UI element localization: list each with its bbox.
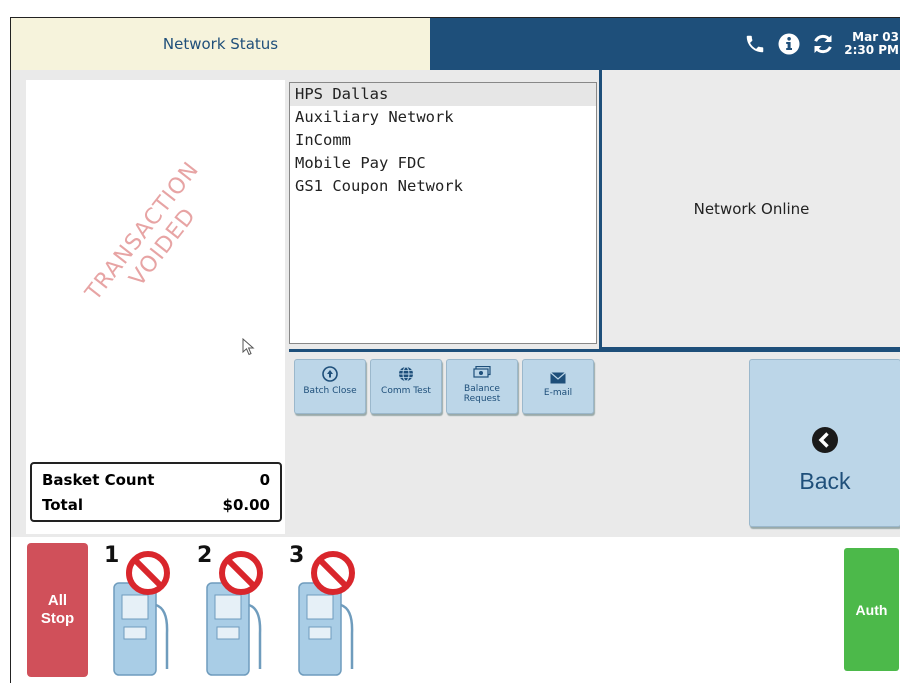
total-label: Total xyxy=(42,496,83,514)
comm-test-label: Comm Test xyxy=(381,386,431,396)
basket-summary: Basket Count 0 Total $0.00 xyxy=(30,462,282,522)
batch-close-label: Batch Close xyxy=(303,386,357,396)
header-bar: Mar 03 2:30 PM xyxy=(430,18,900,70)
network-item[interactable]: HPS Dallas xyxy=(290,83,596,106)
back-arrow-icon xyxy=(812,426,838,453)
all-stop-label: All Stop xyxy=(40,592,75,627)
back-button[interactable]: Back xyxy=(749,359,900,527)
network-item[interactable]: Auxiliary Network xyxy=(290,106,596,129)
pump-1[interactable]: 1 xyxy=(104,543,180,677)
basket-count-label: Basket Count xyxy=(42,471,155,489)
network-status-panel: Network Online xyxy=(599,70,900,350)
all-stop-button[interactable]: All Stop xyxy=(27,543,88,677)
header-datetime: Mar 03 2:30 PM xyxy=(844,31,900,57)
header-title-bar: Network Status xyxy=(11,18,430,70)
back-label: Back xyxy=(799,467,851,494)
upload-circle-icon xyxy=(322,366,338,382)
globe-icon xyxy=(399,366,413,382)
pump-number: 3 xyxy=(289,543,305,568)
pump-2[interactable]: 2 xyxy=(197,543,273,677)
envelope-icon xyxy=(550,372,566,384)
batch-close-button[interactable]: Batch Close xyxy=(294,359,366,414)
pump-number: 1 xyxy=(104,543,120,568)
mouse-cursor-icon xyxy=(242,338,255,356)
pos-window: Network Status Mar 03 2:30 PM TRANSACTIO… xyxy=(10,17,900,683)
network-item[interactable]: Mobile Pay FDC xyxy=(290,152,596,175)
money-icon xyxy=(473,366,491,378)
basket-count-value: 0 xyxy=(259,471,270,489)
pump-number: 2 xyxy=(197,543,213,568)
balance-request-button[interactable]: Balance Request xyxy=(446,359,518,414)
network-list: HPS Dallas Auxiliary Network InComm Mobi… xyxy=(289,82,597,344)
pump-3[interactable]: 3 xyxy=(289,543,365,677)
divider xyxy=(289,349,900,352)
pump-bar: All Stop 1 2 3 Auth xyxy=(11,537,900,683)
info-icon[interactable] xyxy=(776,31,802,57)
network-item[interactable]: InComm xyxy=(290,129,596,152)
header-icons: Mar 03 2:30 PM xyxy=(742,18,900,70)
phone-icon[interactable] xyxy=(742,31,768,57)
network-item[interactable]: GS1 Coupon Network xyxy=(290,175,596,198)
email-label: E-mail xyxy=(543,388,573,398)
refresh-icon[interactable] xyxy=(810,31,836,57)
comm-test-button[interactable]: Comm Test xyxy=(370,359,442,414)
transaction-voided-watermark: TRANSACTION VOIDED xyxy=(81,157,226,322)
page-title: Network Status xyxy=(162,35,279,53)
balance-request-label: Balance Request xyxy=(463,384,501,404)
header-time: 2:30 PM xyxy=(844,43,899,57)
basket-count-row: Basket Count 0 xyxy=(42,468,270,493)
network-status-text: Network Online xyxy=(693,199,810,218)
auth-button[interactable]: Auth xyxy=(844,548,899,671)
auth-label: Auth xyxy=(855,601,888,618)
total-value: $0.00 xyxy=(222,496,270,514)
email-button[interactable]: E-mail xyxy=(522,359,594,414)
total-row: Total $0.00 xyxy=(42,493,270,518)
